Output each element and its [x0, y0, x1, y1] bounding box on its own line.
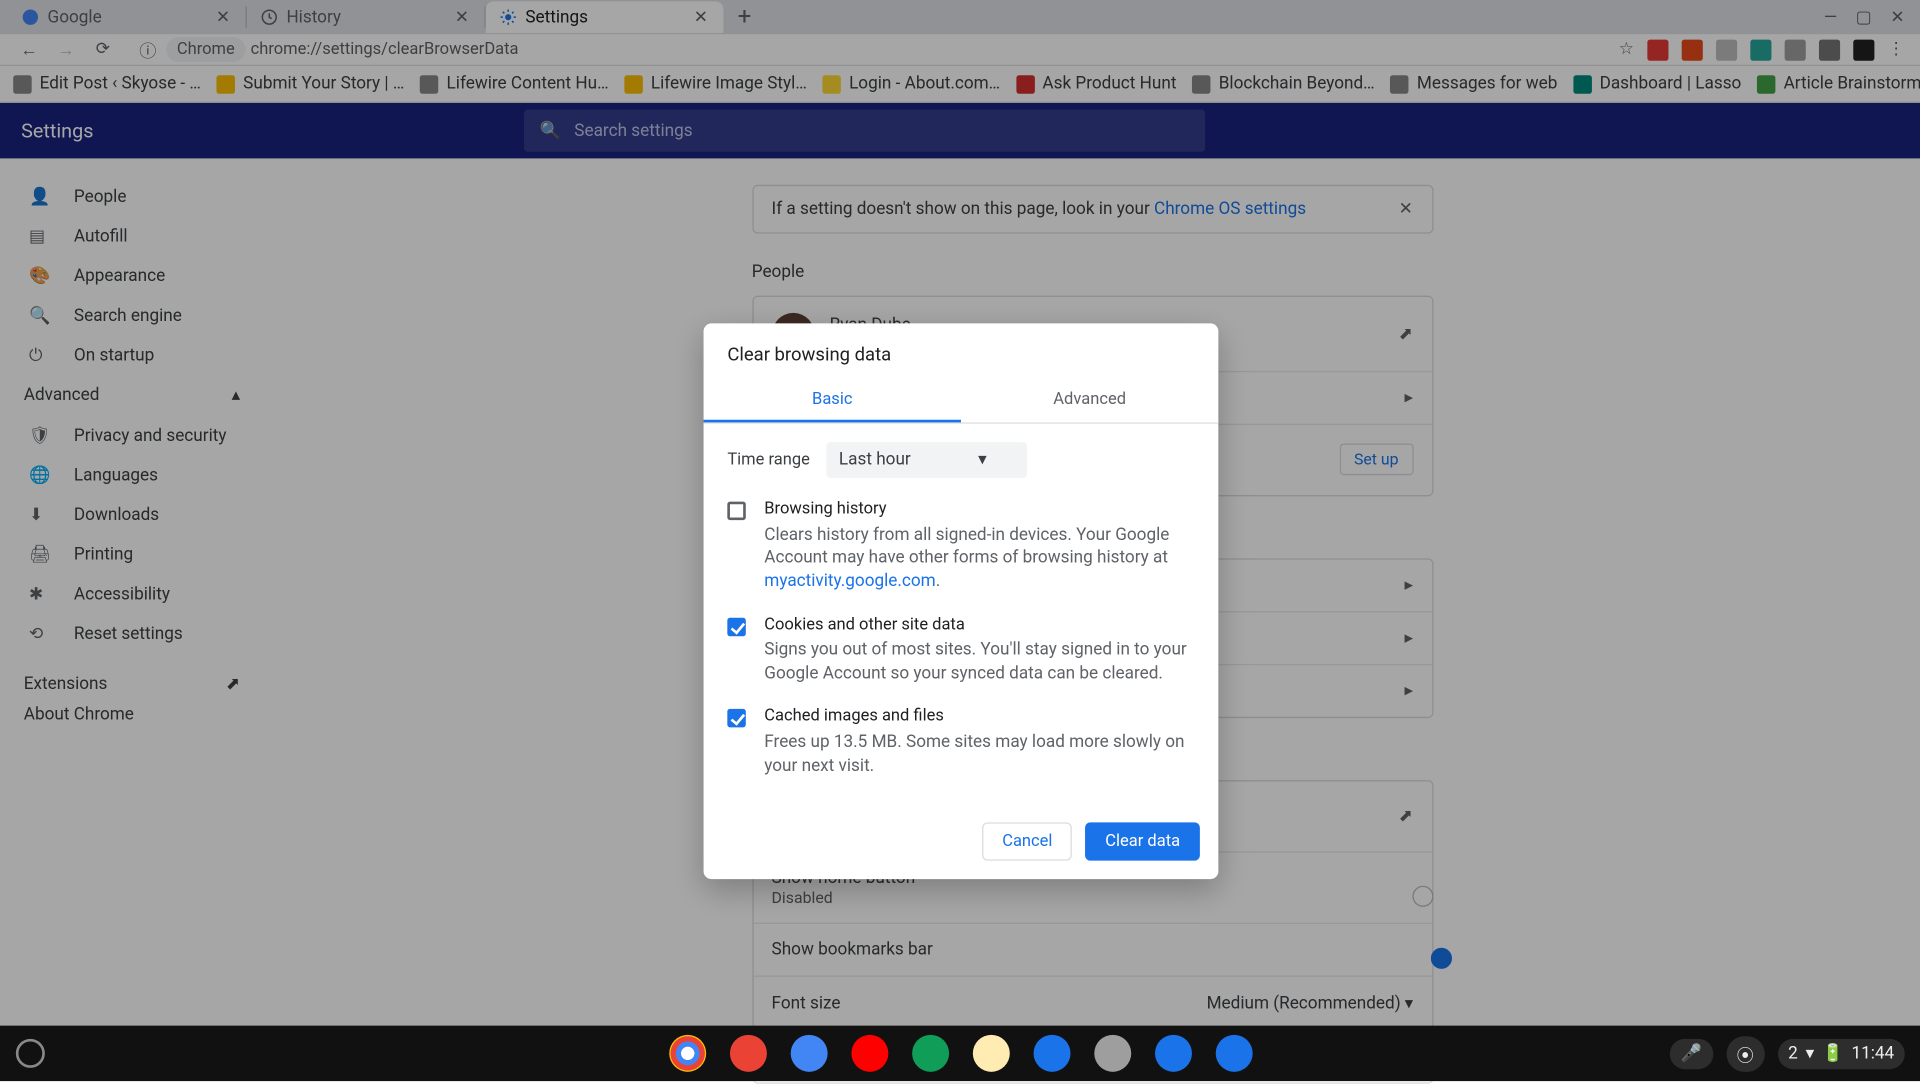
clock: 11:44: [1851, 1043, 1894, 1063]
cancel-button[interactable]: Cancel: [982, 823, 1072, 861]
battery-icon: 🔋: [1822, 1043, 1843, 1063]
chromeos-shelf: 🎤 ⦿ 2 ▾ 🔋 11:44: [0, 1026, 1920, 1081]
checkbox-browsing-history[interactable]: [727, 502, 745, 520]
status-tray[interactable]: 2 ▾ 🔋 11:44: [1778, 1038, 1905, 1068]
option-browsing-history[interactable]: Browsing historyClears history from all …: [727, 499, 1194, 593]
app-chrome[interactable]: [669, 1035, 706, 1072]
app-settings[interactable]: [1154, 1035, 1191, 1072]
app-notes[interactable]: [972, 1035, 1009, 1072]
dialog-tab-basic[interactable]: Basic: [704, 379, 961, 423]
myactivity-link[interactable]: myactivity.google.com: [764, 572, 935, 592]
app-gmail[interactable]: [729, 1035, 766, 1072]
clear-data-button[interactable]: Clear data: [1085, 823, 1199, 861]
mic-icon[interactable]: 🎤: [1670, 1038, 1712, 1068]
app-messages[interactable]: [1033, 1035, 1070, 1072]
app-gallery[interactable]: [1094, 1035, 1131, 1072]
dialog-title: Clear browsing data: [704, 323, 1219, 378]
time-range-label: Time range: [727, 450, 810, 470]
checkbox-cookies[interactable]: [727, 617, 745, 635]
dialog-tab-advanced[interactable]: Advanced: [961, 379, 1218, 423]
app-docs[interactable]: [790, 1035, 827, 1072]
notification-count: 2: [1788, 1043, 1798, 1063]
launcher-button[interactable]: [16, 1039, 45, 1068]
app-youtube[interactable]: [851, 1035, 888, 1072]
app-files[interactable]: [1215, 1035, 1252, 1072]
option-cache[interactable]: Cached images and filesFrees up 13.5 MB.…: [727, 707, 1194, 778]
chevron-down-icon: ▾: [978, 450, 987, 470]
option-cookies[interactable]: Cookies and other site dataSigns you out…: [727, 614, 1194, 685]
checkbox-cache[interactable]: [727, 709, 745, 727]
clear-data-dialog: Clear browsing data Basic Advanced Time …: [704, 323, 1219, 879]
app-sheets[interactable]: [911, 1035, 948, 1072]
location-icon[interactable]: ⦿: [1726, 1036, 1764, 1072]
wifi-icon: ▾: [1806, 1043, 1815, 1063]
time-range-select[interactable]: Last hour▾: [826, 442, 1027, 478]
